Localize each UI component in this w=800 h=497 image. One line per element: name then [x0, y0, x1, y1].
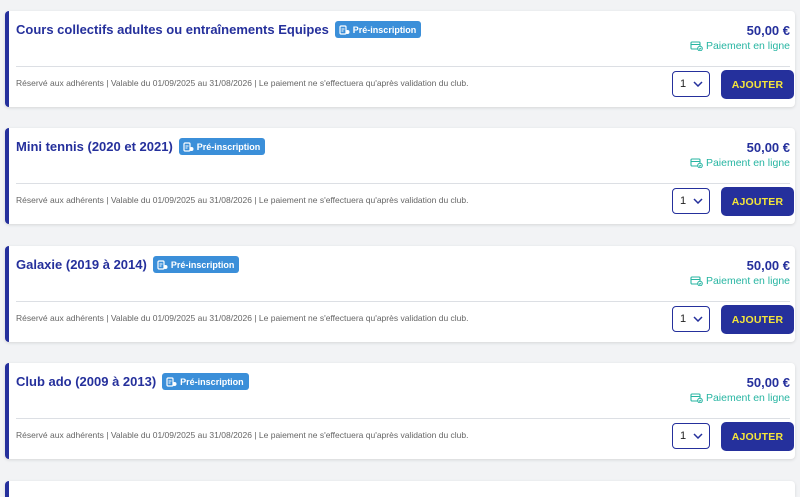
quantity-select[interactable]: 1 [672, 423, 710, 449]
payment-label: Paiement en ligne [705, 157, 790, 169]
add-button[interactable]: AJOUTER [721, 305, 794, 334]
product-price: 50,00 € [746, 375, 790, 390]
payment-label: Paiement en ligne [705, 392, 790, 404]
quantity-value: 1 [680, 430, 687, 442]
quantity-select[interactable]: 1 [672, 188, 710, 214]
pre-registration-badge: Pré-inscription [178, 138, 266, 155]
document-pen-icon [157, 259, 168, 270]
badge-label: Pré-inscription [196, 141, 261, 152]
title-row: Club ado (2009 à 2013) Pré-inscription [16, 373, 249, 390]
product-title: Galaxie (2019 à 2014) [16, 257, 147, 272]
card-check-icon [690, 276, 703, 286]
badge-label: Pré-inscription [352, 24, 417, 35]
quantity-select[interactable]: 1 [672, 306, 710, 332]
chevron-down-icon [693, 316, 703, 322]
card-check-icon [690, 158, 703, 168]
title-row: Cours collectifs adultes ou entraînement… [16, 21, 422, 38]
product-description: Réservé aux adhérents | Valable du 01/09… [16, 313, 469, 323]
quantity-value: 1 [680, 195, 687, 207]
badge-label: Pré-inscription [180, 376, 244, 387]
document-pen-icon [339, 24, 350, 35]
payment-info: Paiement en ligne [690, 40, 790, 52]
add-button[interactable]: AJOUTER [721, 187, 794, 216]
product-card: Galaxie (2019 à 2014) Pré-inscription 50… [5, 246, 795, 342]
product-description: Réservé aux adhérents | Valable du 01/09… [16, 430, 469, 440]
product-title: Club ado (2009 à 2013) [16, 374, 157, 389]
quantity-value: 1 [680, 313, 687, 325]
quantity-value: 1 [680, 78, 687, 90]
payment-label: Paiement en ligne [705, 275, 790, 287]
pre-registration-badge: Pré-inscription [162, 373, 249, 390]
product-card-partial [5, 481, 795, 497]
add-button[interactable]: AJOUTER [721, 70, 794, 99]
divider [16, 66, 790, 67]
product-card: Mini tennis (2020 et 2021) Pré-inscripti… [5, 128, 795, 224]
product-price: 50,00 € [746, 258, 790, 273]
product-price: 50,00 € [746, 23, 790, 38]
payment-info: Paiement en ligne [690, 392, 790, 404]
payment-label: Paiement en ligne [705, 40, 790, 52]
product-card: Club ado (2009 à 2013) Pré-inscription 5… [5, 363, 795, 459]
card-check-icon [690, 41, 703, 51]
chevron-down-icon [693, 433, 703, 439]
pre-registration-badge: Pré-inscription [334, 21, 422, 38]
product-description: Réservé aux adhérents | Valable du 01/09… [16, 78, 469, 88]
title-row: Mini tennis (2020 et 2021) Pré-inscripti… [16, 138, 266, 155]
document-pen-icon [183, 141, 194, 152]
chevron-down-icon [693, 81, 703, 87]
product-card: Cours collectifs adultes ou entraînement… [5, 11, 795, 107]
product-title: Cours collectifs adultes ou entraînement… [16, 22, 329, 37]
add-button[interactable]: AJOUTER [721, 422, 794, 451]
product-price: 50,00 € [746, 140, 790, 155]
product-title: Mini tennis (2020 et 2021) [16, 139, 173, 154]
divider [16, 183, 790, 184]
product-description: Réservé aux adhérents | Valable du 01/09… [16, 195, 469, 205]
title-row: Galaxie (2019 à 2014) Pré-inscription [16, 256, 240, 273]
quantity-select[interactable]: 1 [672, 71, 710, 97]
badge-label: Pré-inscription [170, 259, 235, 270]
divider [16, 301, 790, 302]
document-pen-icon [166, 376, 177, 387]
payment-info: Paiement en ligne [690, 157, 790, 169]
chevron-down-icon [693, 198, 703, 204]
divider [16, 418, 790, 419]
pre-registration-badge: Pré-inscription [152, 256, 240, 273]
payment-info: Paiement en ligne [690, 275, 790, 287]
card-check-icon [690, 393, 703, 403]
